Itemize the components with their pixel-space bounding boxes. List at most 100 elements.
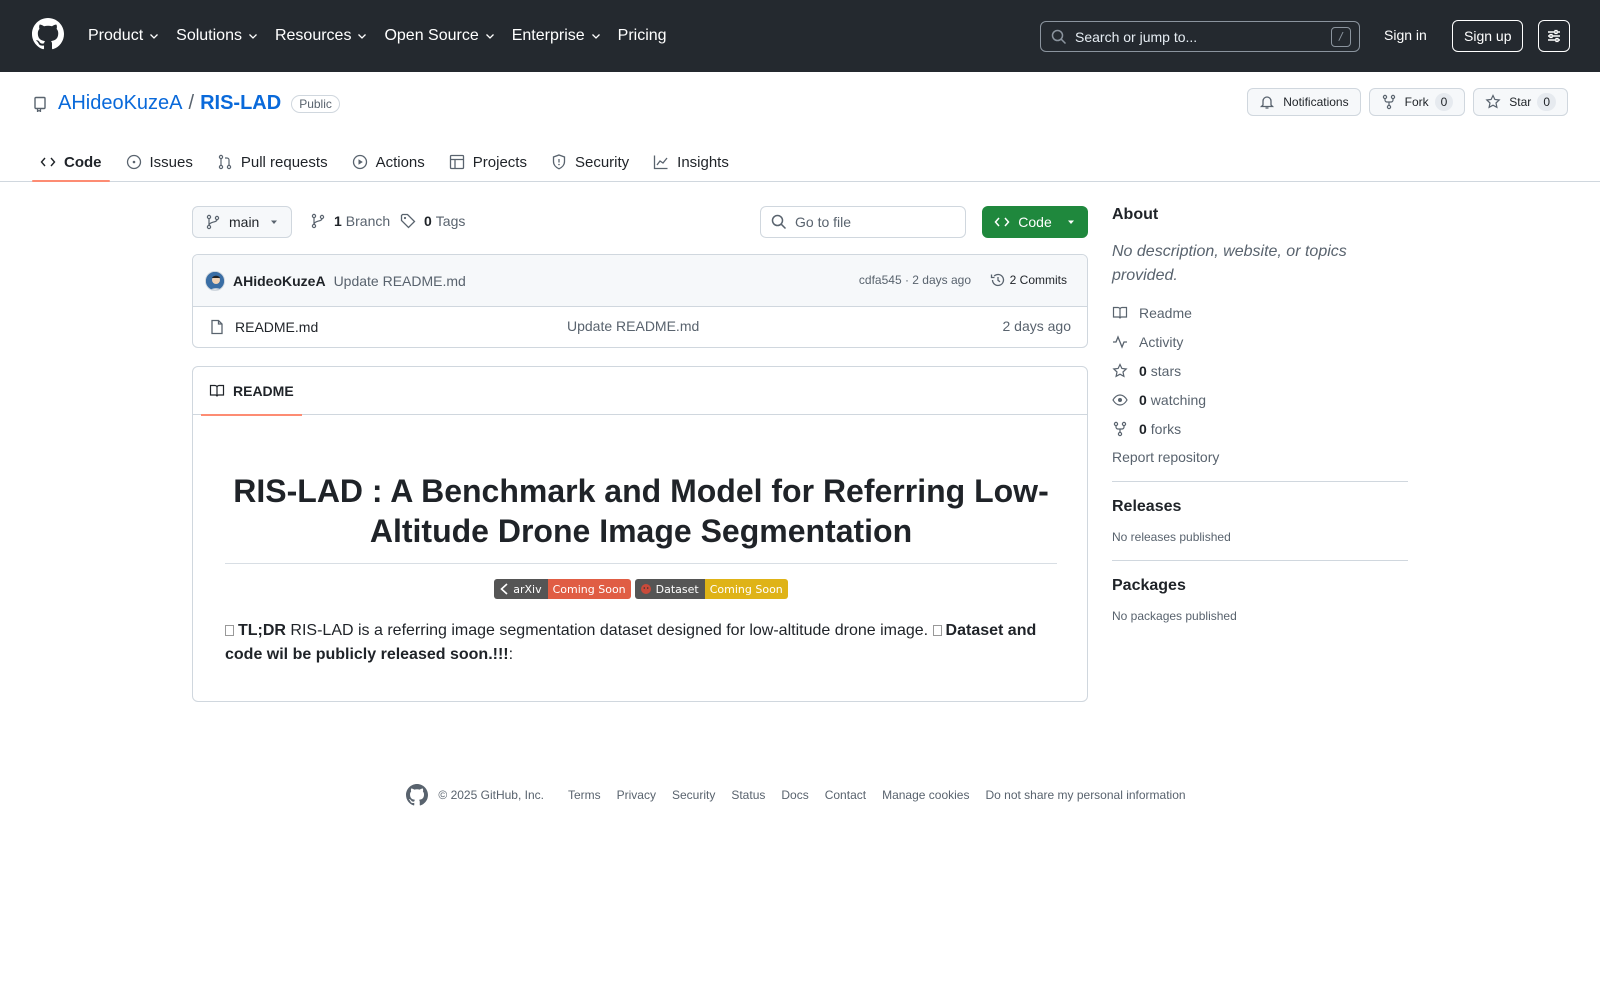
go-to-file-input[interactable]: Go to file	[760, 206, 966, 238]
chevron-down-icon	[150, 34, 159, 39]
footer-link-contact[interactable]: Contact	[825, 788, 866, 802]
footer-link-manage-cookies[interactable]: Manage cookies	[882, 788, 969, 802]
forks-count: 0	[1139, 420, 1147, 437]
search-input[interactable]: Search or jump to... /	[1040, 21, 1360, 52]
sign-up-button[interactable]: Sign up	[1452, 20, 1524, 52]
code-dropdown-button[interactable]: Code	[982, 206, 1088, 238]
sidebar-divider	[1112, 560, 1408, 561]
watching-label: watching	[1150, 391, 1207, 408]
activity-link[interactable]: Activity	[1112, 327, 1408, 356]
tags-link[interactable]: 0 Tags	[400, 213, 465, 229]
packages-empty: No packages published	[1112, 609, 1237, 623]
github-logo-icon[interactable]	[406, 784, 429, 806]
sidebar-divider	[1112, 481, 1408, 482]
forks-link[interactable]: 0 forks	[1112, 414, 1408, 443]
tab-insights[interactable]: Insights	[645, 142, 737, 182]
watching-count: 0	[1139, 391, 1147, 408]
star-button[interactable]: Star 0	[1473, 88, 1568, 116]
bell-icon	[1260, 96, 1275, 109]
commit-sha-time[interactable]: cdfa545 · 2 days ago	[859, 273, 971, 287]
footer-link-security[interactable]: Security	[672, 788, 715, 802]
commits-history-link[interactable]: 2 Commits	[990, 272, 1067, 288]
repo-header: AHideoKuzeA / RIS-LAD Public Notificatio…	[0, 72, 1600, 182]
repo-owner-link[interactable]: AHideoKuzeA	[58, 92, 183, 115]
footer-link-privacy[interactable]: Privacy	[617, 788, 656, 802]
tab-code[interactable]: Code	[32, 142, 110, 182]
about-description: No description, website, or topics provi…	[1112, 243, 1347, 284]
file-commit-time: 2 days ago	[1002, 318, 1072, 334]
repo-icon	[34, 96, 46, 112]
fork-label: Fork	[1404, 95, 1429, 109]
sign-in-link[interactable]: Sign in	[1384, 27, 1427, 43]
footer-link-do-not-share[interactable]: Do not share my personal information	[985, 788, 1185, 802]
tab-issues[interactable]: Issues	[118, 142, 201, 182]
footer-link-docs[interactable]: Docs	[781, 788, 808, 802]
arxiv-badge[interactable]: arXiv Coming Soon	[494, 579, 631, 599]
stars-link[interactable]: 0 stars	[1112, 356, 1408, 385]
star-icon	[1485, 94, 1501, 109]
branch-icon	[311, 213, 325, 229]
packages-heading[interactable]: Packages	[1112, 577, 1408, 595]
tab-pull-requests[interactable]: Pull requests	[209, 142, 336, 182]
readme-tab-label: README	[233, 383, 294, 399]
dataset-badge[interactable]: Dataset Coming Soon	[634, 579, 788, 599]
readme-badges: arXiv Coming Soon Dataset Coming Soon	[193, 579, 1089, 599]
code-icon	[40, 157, 56, 167]
readme-panel: README RIS-LAD : A Benchmark and Model f…	[192, 366, 1088, 702]
code-icon	[994, 217, 1010, 227]
footer-link-terms[interactable]: Terms	[568, 788, 601, 802]
emoji-placeholder-icon	[225, 625, 234, 637]
tab-label: Code	[64, 153, 102, 171]
footer-link-status[interactable]: Status	[731, 788, 765, 802]
nav-product[interactable]: Product	[88, 27, 160, 45]
watching-link[interactable]: 0 watching	[1112, 385, 1408, 414]
tab-projects[interactable]: Projects	[441, 142, 535, 182]
repo-name-link[interactable]: RIS-LAD	[200, 92, 281, 115]
fork-icon	[1382, 94, 1395, 110]
activity-link-label: Activity	[1139, 333, 1184, 350]
readme-link[interactable]: Readme	[1112, 298, 1408, 327]
commits-count-label: 2 Commits	[1009, 273, 1067, 287]
commit-message-link[interactable]: Update README.md	[334, 273, 466, 289]
nav-pricing[interactable]: Pricing	[618, 27, 667, 45]
file-name-link[interactable]: README.md	[235, 319, 318, 335]
badge-left-label: Dataset	[655, 582, 699, 596]
notifications-button[interactable]: Notifications	[1247, 88, 1361, 116]
file-commit-message[interactable]: Update README.md	[567, 318, 699, 334]
nav-label: Solutions	[176, 27, 242, 44]
tab-security[interactable]: Security	[543, 142, 637, 182]
report-repository-link[interactable]: Report repository	[1112, 449, 1408, 465]
file-toolbar: main 1 Branch 0 Tags Go to file Code	[192, 206, 1088, 239]
about-heading: About	[1112, 206, 1159, 223]
releases-heading[interactable]: Releases	[1112, 498, 1408, 516]
sliders-icon	[1548, 29, 1560, 43]
nav-label: Product	[88, 27, 144, 44]
nav-label: Open Source	[384, 27, 479, 44]
branch-selector[interactable]: main	[192, 206, 293, 238]
tab-label: Security	[574, 153, 630, 171]
readme-tab[interactable]: README	[201, 367, 302, 416]
nav-solutions[interactable]: Solutions	[176, 27, 259, 45]
caret-down-icon	[1067, 220, 1074, 224]
site-footer: © 2025 GitHub, Inc. Terms Privacy Securi…	[0, 784, 1600, 806]
huggingface-logo-icon	[640, 584, 651, 594]
branches-link[interactable]: 1 Branch	[310, 213, 390, 229]
avatar[interactable]	[205, 270, 225, 291]
release-tail: :	[508, 646, 514, 663]
settings-menu-button[interactable]	[1538, 20, 1570, 52]
badge-left-label: arXiv	[513, 582, 542, 596]
nav-open-source[interactable]: Open Source	[384, 27, 495, 45]
fork-button[interactable]: Fork 0	[1368, 88, 1466, 116]
github-logo-icon[interactable]	[32, 18, 64, 50]
forks-label: forks	[1150, 420, 1182, 437]
site-header: Product Solutions Resources Open Source …	[0, 0, 1600, 72]
readme-tabbar: README	[193, 367, 1087, 416]
tab-actions[interactable]: Actions	[344, 142, 433, 182]
eye-icon	[1112, 393, 1128, 406]
shield-icon	[552, 154, 566, 170]
nav-resources[interactable]: Resources	[275, 27, 368, 45]
tldr-label: TL;DR	[238, 622, 286, 639]
file-row[interactable]: README.md Update README.md 2 days ago	[193, 307, 1087, 347]
commit-author-link[interactable]: AHideoKuzeA	[233, 273, 326, 289]
nav-enterprise[interactable]: Enterprise	[512, 27, 602, 45]
